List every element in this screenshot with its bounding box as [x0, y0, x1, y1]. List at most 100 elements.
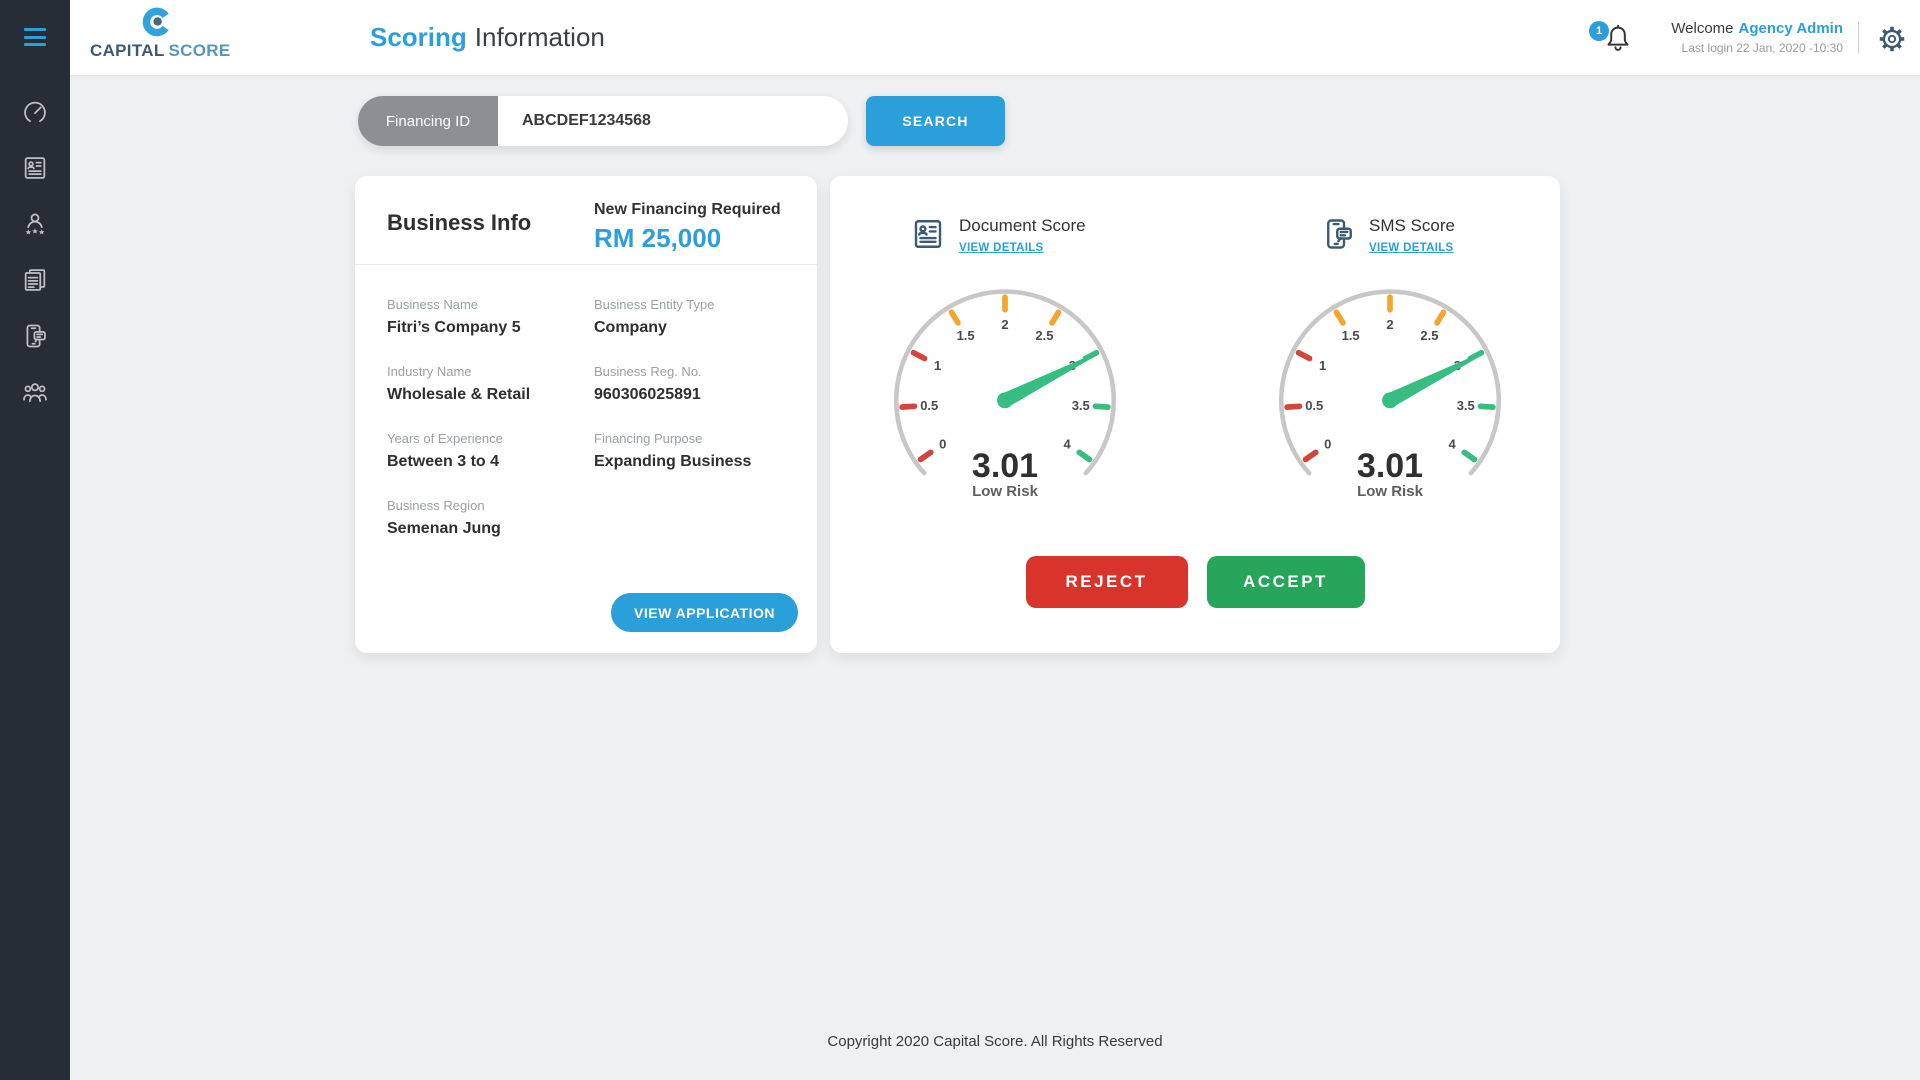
business-fields: Business Name Fitri’s Company 5 Business… [387, 297, 787, 565]
field-label: Business Name [387, 297, 594, 312]
sidebar-item-customers[interactable] [0, 364, 70, 420]
sms-score-value: 3.01 [1254, 447, 1526, 486]
profile-card-icon [21, 154, 49, 182]
field-industry-name: Industry Name Wholesale & Retail [387, 364, 594, 431]
welcome-line: Welcome Agency Admin [1671, 20, 1843, 37]
field-financing-purpose: Financing Purpose Expanding Business [594, 431, 787, 498]
page-title-rest: Information [475, 22, 605, 53]
new-financing-label: New Financing Required [594, 201, 781, 219]
svg-text:2: 2 [1386, 317, 1393, 332]
sms-score-risk-label: Low Risk [1254, 483, 1526, 500]
field-value: 960306025891 [594, 386, 787, 404]
sidebar-item-documents[interactable] [0, 252, 70, 308]
field-business-reg-no: Business Reg. No. 960306025891 [594, 364, 787, 431]
search-field-label: Financing ID [358, 96, 498, 146]
brand-wordmark: CAPITALSCORE [90, 41, 224, 61]
svg-text:0.5: 0.5 [920, 398, 938, 413]
sidebar [0, 0, 70, 1080]
last-login: Last login 22 Jan, 2020 -10:30 [1671, 41, 1843, 55]
field-value: Company [594, 319, 787, 337]
document-score-view-details-link[interactable]: VIEW DETAILS [959, 242, 1044, 254]
svg-text:1.5: 1.5 [1342, 328, 1360, 343]
svg-text:2.5: 2.5 [1420, 328, 1438, 343]
field-value: Expanding Business [594, 453, 787, 471]
page-title: Scoring Information [370, 0, 605, 75]
score-card: Document Score VIEW DETAILS SMS Score VI… [830, 176, 1560, 653]
footer-copyright: Copyright 2020 Capital Score. All Rights… [70, 1033, 1920, 1050]
document-score-icon [910, 216, 946, 252]
notification-badge: 1 [1589, 21, 1609, 41]
user-name: Agency Admin [1739, 20, 1843, 37]
documents-icon [21, 266, 49, 294]
field-business-name: Business Name Fitri’s Company 5 [387, 297, 594, 364]
brand-logo[interactable]: CAPITALSCORE [90, 4, 224, 61]
page-title-highlight: Scoring [370, 22, 467, 53]
header: CAPITALSCORE Scoring Information 1 Welco… [70, 0, 1920, 75]
document-score-risk-label: Low Risk [869, 483, 1141, 500]
dashboard-gauge-icon [21, 98, 49, 126]
brand-c-mark-icon [138, 4, 176, 42]
menu-toggle-button[interactable] [24, 28, 46, 46]
business-info-header: Business Info New Financing Required RM … [355, 176, 817, 265]
business-info-title: Business Info [387, 210, 531, 236]
customers-group-icon [21, 378, 49, 406]
svg-text:3.5: 3.5 [1457, 398, 1475, 413]
sidebar-item-dashboard[interactable] [0, 84, 70, 140]
agent-rating-icon [21, 210, 49, 238]
sms-phone-icon [21, 322, 49, 350]
field-label: Business Entity Type [594, 297, 787, 312]
accept-button[interactable]: ACCEPT [1207, 556, 1365, 608]
header-divider [1858, 22, 1859, 53]
field-business-region: Business Region Semenan Jung [387, 498, 594, 565]
svg-text:2: 2 [1001, 317, 1008, 332]
svg-text:1.5: 1.5 [957, 328, 975, 343]
search-pill: Financing ID [358, 96, 848, 146]
sms-score-icon [1320, 216, 1356, 252]
document-score-header: Document Score VIEW DETAILS [910, 216, 1086, 256]
search-bar: Financing ID SEARCH [358, 96, 1005, 146]
search-button[interactable]: SEARCH [866, 96, 1005, 146]
field-label: Years of Experience [387, 431, 594, 446]
svg-text:2.5: 2.5 [1035, 328, 1053, 343]
sms-score-gauge: 00.511.522.533.54 3.01 Low Risk [1254, 278, 1526, 528]
sidebar-nav [0, 84, 70, 420]
field-value: Fitri’s Company 5 [387, 319, 594, 337]
field-label: Business Reg. No. [594, 364, 787, 379]
sidebar-item-sms[interactable] [0, 308, 70, 364]
sidebar-item-agent-rating[interactable] [0, 196, 70, 252]
field-label: Financing Purpose [594, 431, 787, 446]
field-label: Industry Name [387, 364, 594, 379]
svg-text:3.5: 3.5 [1072, 398, 1090, 413]
document-score-value: 3.01 [869, 447, 1141, 486]
notifications-button[interactable]: 1 [1600, 20, 1636, 58]
user-welcome-block: Welcome Agency Admin Last login 22 Jan, 2… [1671, 20, 1843, 55]
field-years-of-experience: Years of Experience Between 3 to 4 [387, 431, 594, 498]
welcome-prefix: Welcome [1671, 20, 1733, 37]
svg-text:1: 1 [934, 358, 941, 373]
field-value: Between 3 to 4 [387, 453, 594, 471]
field-label: Business Region [387, 498, 594, 513]
gear-icon [1875, 22, 1909, 56]
brand-primary: CAPITAL [90, 41, 165, 60]
field-value: Wholesale & Retail [387, 386, 594, 404]
document-score-title: Document Score [959, 216, 1086, 236]
brand-secondary: SCORE [169, 41, 231, 60]
new-financing-block: New Financing Required RM 25,000 [594, 201, 781, 254]
svg-text:0.5: 0.5 [1305, 398, 1323, 413]
view-application-button[interactable]: VIEW APPLICATION [611, 593, 798, 632]
main-content: Financing ID SEARCH Business Info New Fi… [70, 75, 1920, 1080]
reject-button[interactable]: REJECT [1026, 556, 1188, 608]
settings-button[interactable] [1875, 22, 1909, 56]
sidebar-item-profile-card[interactable] [0, 140, 70, 196]
document-score-gauge: 00.511.522.533.54 3.01 Low Risk [869, 278, 1141, 528]
field-value: Semenan Jung [387, 520, 594, 538]
svg-text:1: 1 [1319, 358, 1326, 373]
field-business-entity-type: Business Entity Type Company [594, 297, 787, 364]
financing-id-input[interactable] [498, 96, 848, 146]
decision-actions: REJECT ACCEPT [830, 556, 1560, 608]
business-info-card: Business Info New Financing Required RM … [355, 176, 817, 653]
sms-score-view-details-link[interactable]: VIEW DETAILS [1369, 242, 1454, 254]
sms-score-header: SMS Score VIEW DETAILS [1320, 216, 1455, 256]
sms-score-title: SMS Score [1369, 216, 1455, 236]
new-financing-amount: RM 25,000 [594, 223, 781, 254]
